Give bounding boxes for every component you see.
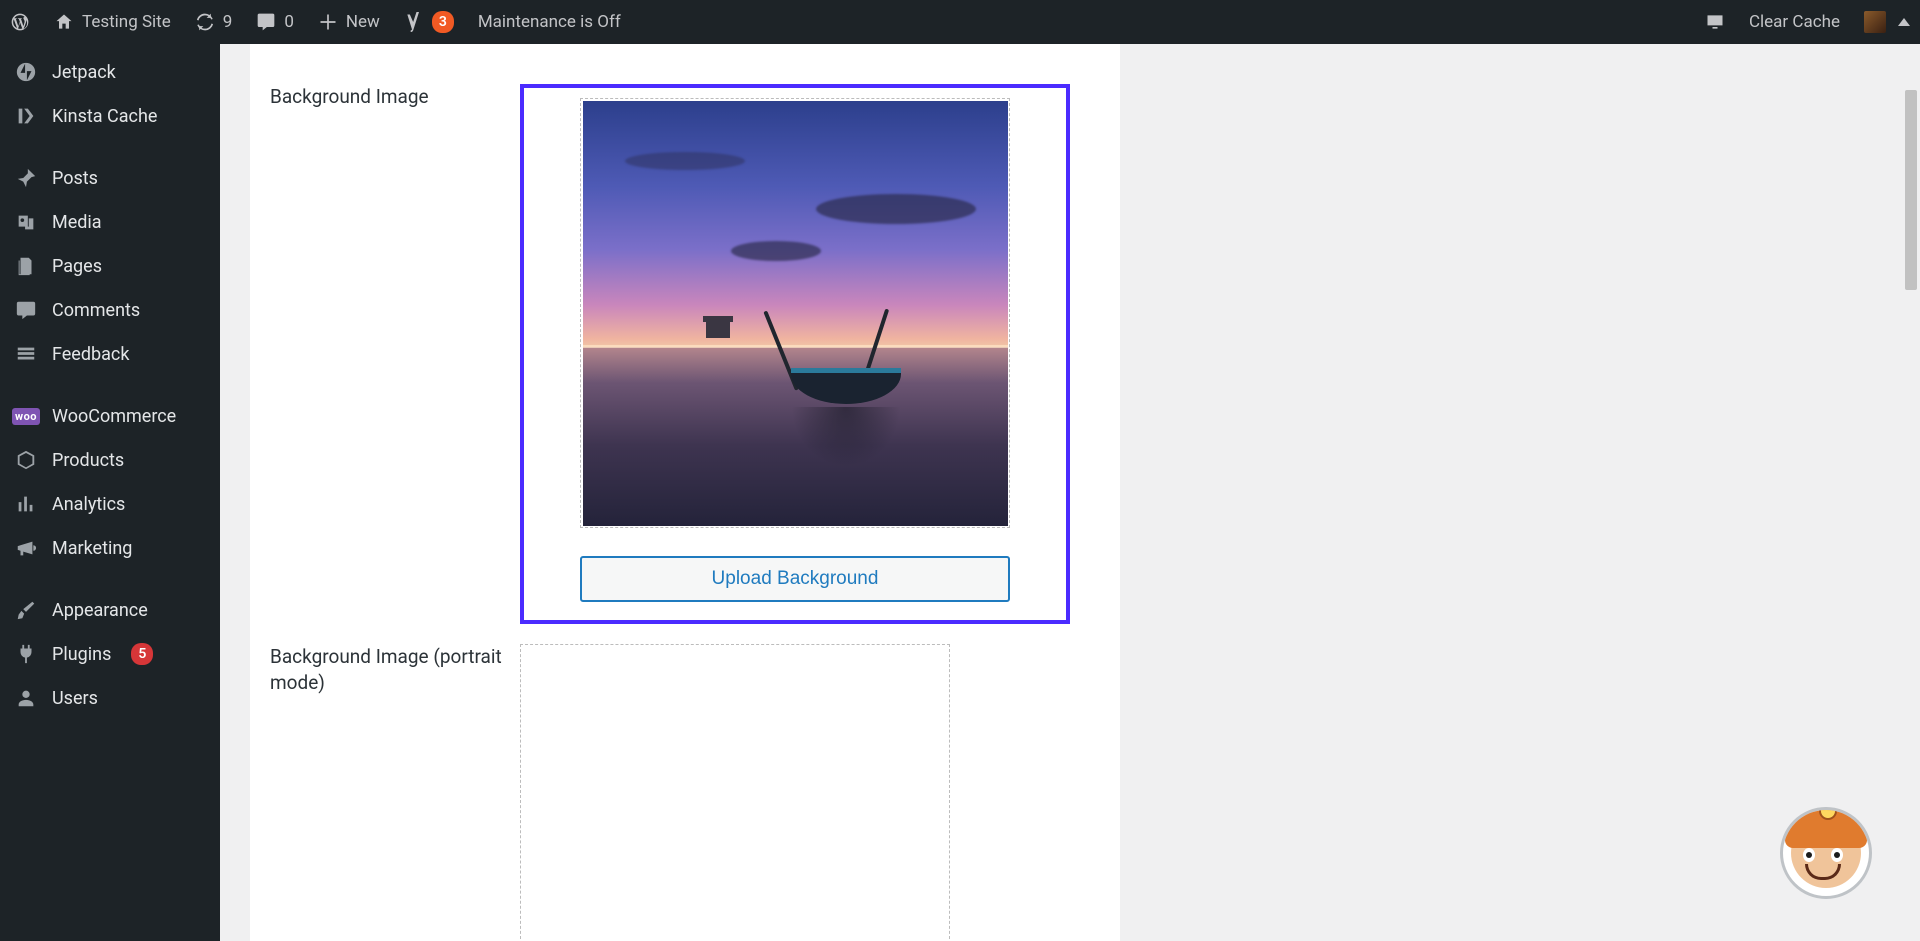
background-image-portrait-label: Background Image (portrait mode) — [270, 644, 520, 695]
comments-count: 0 — [284, 12, 294, 32]
yoast-badge: 3 — [432, 11, 454, 33]
jetpack-icon — [14, 60, 38, 84]
comment-icon — [14, 298, 38, 322]
clear-cache-link[interactable]: Clear Cache — [1749, 0, 1840, 44]
new-content-link[interactable]: New — [318, 0, 380, 44]
media-icon — [14, 210, 38, 234]
pin-icon — [14, 166, 38, 190]
admin-bar: Testing Site 9 0 New 3 Maint — [0, 0, 1920, 44]
sidebar-item-label: Products — [52, 450, 124, 471]
miner-avatar-icon — [1791, 818, 1861, 888]
kinsta-icon — [14, 104, 38, 128]
sidebar-item-products[interactable]: Products — [0, 438, 220, 482]
wordpress-icon — [10, 12, 30, 32]
sidebar-item-pages[interactable]: Pages — [0, 244, 220, 288]
plus-icon — [318, 12, 338, 32]
feedback-icon — [14, 342, 38, 366]
maintenance-link[interactable]: Maintenance is Off — [478, 0, 621, 44]
user-icon — [14, 686, 38, 710]
yoast-link[interactable]: 3 — [404, 0, 454, 44]
account-menu[interactable] — [1864, 0, 1910, 44]
help-assistant-button[interactable] — [1780, 807, 1872, 899]
sidebar-item-label: Users — [52, 688, 98, 709]
comment-icon — [256, 12, 276, 32]
admin-sidebar: Jetpack Kinsta Cache Posts Media Pages C… — [0, 44, 220, 941]
settings-panel: Background Image — [250, 44, 1120, 941]
sidebar-item-label: Marketing — [52, 538, 132, 559]
plugins-update-badge: 5 — [131, 643, 153, 665]
new-label: New — [346, 12, 380, 32]
sidebar-item-users[interactable]: Users — [0, 676, 220, 720]
background-image-portrait-preview[interactable] — [520, 644, 950, 941]
sidebar-item-label: Comments — [52, 300, 140, 321]
sidebar-item-label: WooCommerce — [52, 406, 176, 427]
screen-icon — [1705, 12, 1725, 32]
sidebar-item-label: Jetpack — [52, 62, 116, 83]
sidebar-item-label: Media — [52, 212, 102, 233]
sidebar-item-kinsta-cache[interactable]: Kinsta Cache — [0, 94, 220, 138]
plug-icon — [14, 642, 38, 666]
sidebar-item-label: Feedback — [52, 344, 129, 365]
sidebar-item-analytics[interactable]: Analytics — [0, 482, 220, 526]
sidebar-item-jetpack[interactable]: Jetpack — [0, 50, 220, 94]
sidebar-item-label: Plugins — [52, 644, 111, 665]
updates-count: 9 — [223, 12, 233, 32]
sidebar-item-label: Pages — [52, 256, 102, 277]
home-icon — [54, 12, 74, 32]
background-image-preview[interactable] — [580, 98, 1010, 528]
content-area: Background Image — [220, 44, 1920, 941]
sidebar-item-media[interactable]: Media — [0, 200, 220, 244]
background-image-label: Background Image — [270, 84, 520, 110]
sidebar-item-comments[interactable]: Comments — [0, 288, 220, 332]
sidebar-item-label: Appearance — [52, 600, 148, 621]
clear-cache-label: Clear Cache — [1749, 12, 1840, 32]
scrollbar[interactable] — [1902, 44, 1920, 941]
yoast-icon — [404, 12, 424, 32]
sidebar-item-marketing[interactable]: Marketing — [0, 526, 220, 570]
sidebar-item-label: Posts — [52, 168, 98, 189]
pages-icon — [14, 254, 38, 278]
sidebar-item-posts[interactable]: Posts — [0, 156, 220, 200]
woocommerce-icon: woo — [14, 404, 38, 428]
background-image-thumbnail — [583, 101, 1008, 526]
updates-icon — [195, 12, 215, 32]
scrollbar-thumb[interactable] — [1905, 90, 1917, 290]
comments-link[interactable]: 0 — [256, 0, 294, 44]
sidebar-item-appearance[interactable]: Appearance — [0, 588, 220, 632]
dropdown-caret-icon — [1898, 18, 1910, 26]
site-name-link[interactable]: Testing Site — [54, 0, 171, 44]
analytics-icon — [14, 492, 38, 516]
sidebar-item-label: Kinsta Cache — [52, 106, 157, 127]
maintenance-label: Maintenance is Off — [478, 12, 621, 32]
box-icon — [14, 448, 38, 472]
sidebar-item-feedback[interactable]: Feedback — [0, 332, 220, 376]
wp-logo[interactable] — [10, 0, 30, 44]
upload-background-button[interactable]: Upload Background — [580, 556, 1010, 602]
background-image-field: Background Image — [250, 64, 1120, 624]
updates-link[interactable]: 9 — [195, 0, 233, 44]
sidebar-item-label: Analytics — [52, 494, 125, 515]
user-avatar-icon — [1864, 11, 1886, 33]
notifications-link[interactable] — [1705, 0, 1725, 44]
sidebar-item-woocommerce[interactable]: woo WooCommerce — [0, 394, 220, 438]
brush-icon — [14, 598, 38, 622]
site-name: Testing Site — [82, 12, 171, 32]
sidebar-item-plugins[interactable]: Plugins 5 — [0, 632, 220, 676]
background-image-highlight: Upload Background — [520, 84, 1070, 624]
megaphone-icon — [14, 536, 38, 560]
background-image-portrait-field: Background Image (portrait mode) — [250, 624, 1120, 941]
